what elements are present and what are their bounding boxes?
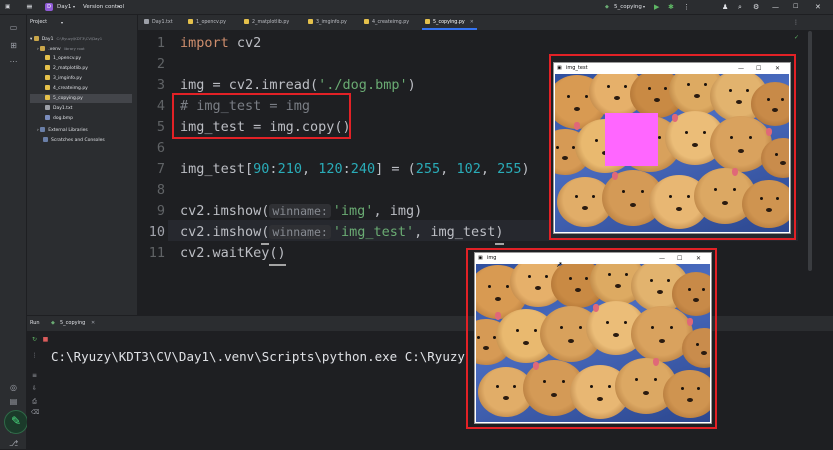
tabs-more-icon[interactable]: ⋮	[793, 15, 799, 30]
param-hint: winname:	[269, 225, 331, 239]
tree-external-libraries[interactable]: › External Libraries	[37, 126, 88, 135]
code-line-10: cv2.imshow(winname:'img_test', img_test)	[180, 222, 504, 245]
trash-icon[interactable]: ⌫	[31, 409, 39, 416]
line-number: 5	[156, 119, 165, 135]
line-number: 6	[156, 140, 165, 156]
close-tab-icon[interactable]: ✕	[91, 316, 95, 331]
chevron-down-icon: ▾	[73, 4, 76, 9]
line-number: 3	[156, 77, 165, 93]
debug-icon[interactable]: ✱	[668, 0, 674, 14]
highlight-box-copy-lines	[172, 93, 351, 139]
line-number: 1	[156, 35, 165, 51]
app-logo-icon[interactable]: ▣	[5, 0, 10, 14]
line-number: 4	[156, 98, 165, 114]
tree-file-1[interactable]: 1_opencv.py	[45, 54, 81, 63]
tab-4-createimg[interactable]: 4_createimg.py	[364, 15, 409, 30]
maximize-icon[interactable]: ☐	[793, 0, 798, 14]
inspection-ok-icon[interactable]: ✓	[794, 34, 799, 41]
tab-3-imginfo[interactable]: 3_imginfo.py	[308, 15, 347, 30]
chevron-down-icon: ▾	[118, 4, 121, 9]
more-tools-icon[interactable]: ⋯	[9, 57, 18, 66]
user-icon[interactable]: ♟	[722, 0, 728, 14]
run-icon[interactable]: ▶	[654, 0, 659, 14]
python-file-icon: ◆	[51, 320, 55, 326]
param-hint: winname:	[269, 204, 331, 218]
tree-scratches[interactable]: Scratches and Consoles	[43, 136, 105, 145]
more-actions-icon[interactable]: ⋮	[683, 0, 690, 14]
project-panel: Project ▾ ▾ Day1 C:\Ryuzy\KDT3\CV\Day1 › …	[27, 15, 137, 315]
tab-2-matplotlib[interactable]: 2_matplotlib.py	[244, 15, 289, 30]
code-line-9: cv2.imshow(winname:'img', img)	[180, 203, 423, 219]
editor-scrollbar[interactable]	[808, 31, 812, 271]
folder-icon[interactable]: ▭	[9, 23, 18, 32]
tree-file-6[interactable]: Day1.txt	[45, 104, 72, 113]
chevron-down-icon: ▾	[643, 4, 646, 9]
highlight-box-img-test-window	[549, 54, 796, 240]
code-line-11: cv2.waitKey()	[180, 243, 286, 266]
line-number: 7	[156, 161, 165, 177]
close-icon[interactable]: ✕	[815, 0, 821, 14]
edit-pen-overlay: ✎	[4, 410, 28, 434]
run-panel-label[interactable]: Run	[30, 316, 40, 331]
tree-root[interactable]: ▾ Day1 C:\Ryuzy\KDT3\CV\Day1	[30, 34, 102, 43]
close-tab-icon[interactable]: ✕	[470, 20, 474, 25]
code-line-1: import cv2	[180, 35, 262, 51]
line-number: 11	[148, 245, 165, 261]
tab-day1-txt[interactable]: Day1.txt	[144, 15, 173, 30]
mouse-cursor-icon: ➚	[556, 260, 563, 269]
run-config-selector[interactable]: 5_copying	[614, 0, 642, 14]
project-panel-title[interactable]: Project	[30, 18, 47, 27]
tree-file-7[interactable]: dog.bmp	[45, 114, 73, 123]
project-selector[interactable]: Day1	[57, 0, 71, 14]
line-number: 9	[156, 203, 165, 219]
stop-icon[interactable]: ■	[42, 336, 49, 343]
rerun-icon[interactable]: ↻	[31, 336, 38, 343]
main-menu-icon[interactable]: ≡	[26, 0, 33, 14]
python-packages-icon[interactable]: ◎	[9, 383, 18, 392]
scroll-end-icon[interactable]: ⇩	[31, 385, 38, 392]
tool-window-strip: ▭ ⊞ ⋯ ◎ ▤ ⓘ ▣ ⎇	[0, 15, 27, 449]
python-file-icon: ◆	[605, 4, 609, 10]
title-bar: ▣ ≡ D Day1 ▾ Version control ▾ ◆ 5_copyi…	[0, 0, 833, 15]
line-number: 8	[156, 182, 165, 198]
minimize-icon[interactable]: —	[772, 0, 779, 14]
project-badge: D	[45, 3, 53, 11]
run-config-tab[interactable]: 5_copying	[60, 316, 85, 331]
print-icon[interactable]: ⎙	[31, 398, 38, 405]
highlight-box-img-window	[466, 248, 717, 429]
tab-5-copying[interactable]: 5_copying.py ✕	[422, 15, 477, 30]
run-output-command: C:\Ryuzy\KDT3\CV\Day1\.venv\Scripts\pyth…	[51, 349, 465, 364]
more-actions-icon[interactable]: ⋮	[31, 352, 38, 359]
tree-file-4[interactable]: 4_createimg.py	[45, 84, 88, 93]
chevron-down-icon: ▾	[61, 20, 64, 25]
tree-file-3[interactable]: 3_imginfo.py	[45, 74, 82, 83]
python-console-icon[interactable]: ▤	[9, 397, 18, 406]
tree-file-5-selected[interactable]: 5_copying.py	[30, 94, 132, 103]
tree-venv[interactable]: › .venv library root	[37, 44, 85, 53]
settings-icon[interactable]: ⚙	[753, 0, 759, 14]
line-number-current: 10	[148, 224, 165, 240]
pen-icon: ✎	[11, 414, 22, 428]
tab-1-opencv[interactable]: 1_opencv.py	[188, 15, 226, 30]
line-number: 2	[156, 56, 165, 72]
tree-file-2[interactable]: 2_matplotlib.py	[45, 64, 88, 73]
vcs-icon[interactable]: ⎇	[9, 439, 18, 448]
search-icon[interactable]: ⌕	[738, 0, 742, 14]
editor-tabs: Day1.txt 1_opencv.py 2_matplotlib.py 3_i…	[138, 15, 833, 31]
code-line-7: img_test[90:210, 120:240] = (255, 102, 2…	[180, 161, 530, 177]
soft-wrap-icon[interactable]: ≡	[31, 372, 38, 379]
structure-icon[interactable]: ⊞	[9, 41, 18, 50]
